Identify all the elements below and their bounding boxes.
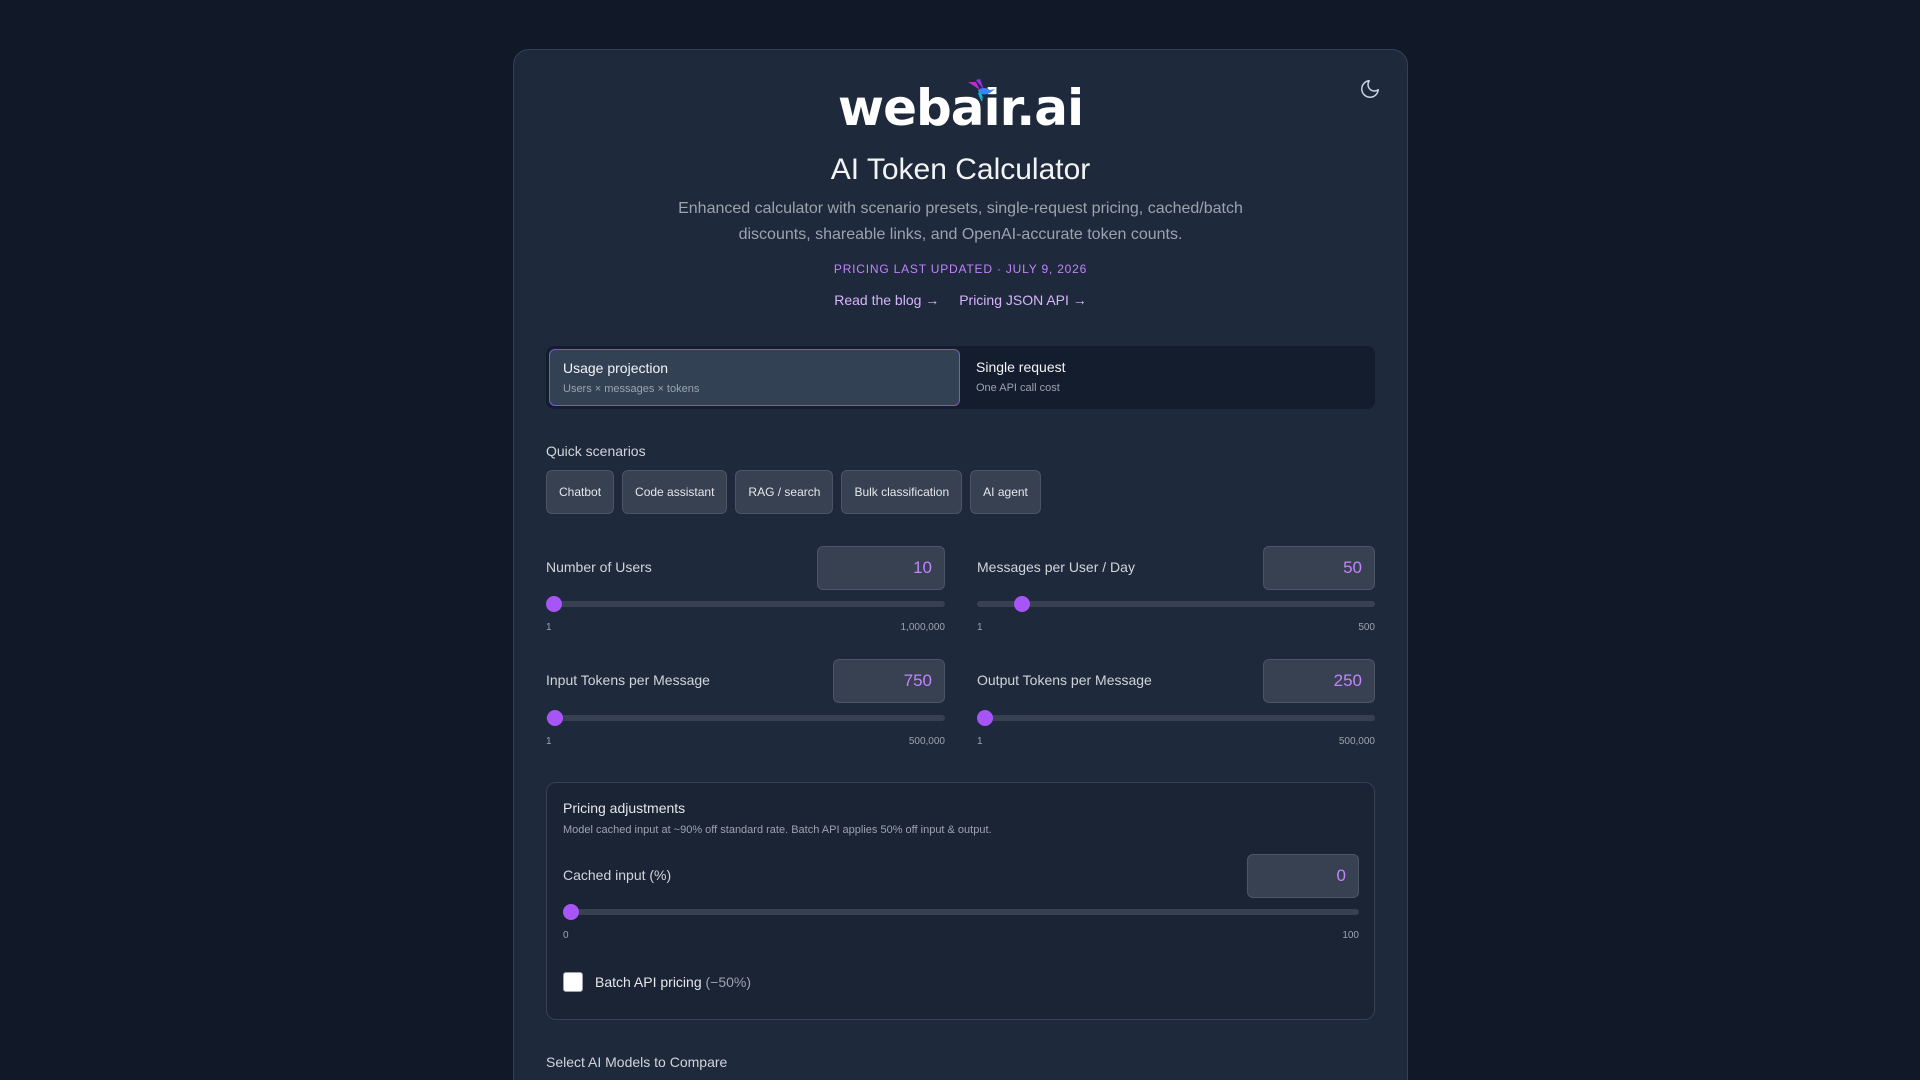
slider-thumb[interactable] (546, 596, 562, 612)
range-min-label: 1 (977, 736, 983, 747)
input-tokens-label: Input Tokens per Message (546, 672, 710, 688)
cached-input-label: Cached input (%) (563, 867, 672, 883)
mode-title: Single request (976, 359, 1066, 375)
slider-thumb[interactable] (977, 710, 994, 726)
header-links: Read the blog → Pricing JSON API → (514, 292, 1407, 308)
range-max-label: 1,000,000 (900, 622, 946, 633)
messages-field: Messages per User / Day 1 500 (977, 546, 1375, 636)
input-tokens-field: Input Tokens per Message 1 500,000 (546, 659, 945, 749)
batch-api-label[interactable]: Batch API pricing (−50%) (595, 974, 751, 990)
cached-input-input[interactable] (1247, 854, 1359, 898)
scenario-ai-agent[interactable]: AI agent (970, 470, 1041, 514)
mode-subtitle: One API call cost (976, 382, 1060, 394)
range-max-label: 500,000 (1338, 736, 1375, 747)
pricing-adjustments-panel: Pricing adjustments Model cached input a… (546, 782, 1375, 1020)
slider-thumb[interactable] (563, 904, 579, 920)
select-models-label: Select AI Models to Compare (546, 1054, 728, 1070)
users-label: Number of Users (546, 559, 652, 575)
blog-link[interactable]: Read the blog → (834, 292, 939, 308)
users-slider[interactable] (546, 596, 945, 612)
subtitle-line: discounts, shareable links, and OpenAI-a… (738, 226, 1183, 243)
batch-api-text: Batch API pricing (595, 974, 702, 990)
quick-scenarios-label: Quick scenarios (546, 443, 646, 459)
scenario-bulk-classification[interactable]: Bulk classification (841, 470, 963, 514)
output-tokens-slider[interactable] (977, 710, 1375, 726)
range-max-label: 500 (1358, 622, 1375, 633)
output-tokens-label: Output Tokens per Message (977, 672, 1152, 688)
range-min-label: 1 (977, 622, 983, 633)
mode-subtitle: Users × messages × tokens (563, 383, 700, 395)
page-subtitle: Enhanced calculator with scenario preset… (514, 196, 1407, 248)
hummingbird-icon (968, 79, 995, 102)
calculator-card: webair.ai AI Token Calculator Enhanced c… (513, 49, 1408, 1080)
messages-slider[interactable] (977, 596, 1375, 612)
mode-single-request[interactable]: Single request One API call cost (963, 349, 1372, 406)
range-max-label: 100 (1342, 930, 1359, 941)
slider-thumb[interactable] (1014, 596, 1031, 612)
batch-api-note: (−50%) (705, 974, 752, 990)
subtitle-line: Enhanced calculator with scenario preset… (678, 200, 1243, 217)
pricing-api-link[interactable]: Pricing JSON API → (959, 292, 1087, 308)
adjustments-title: Pricing adjustments (563, 800, 686, 816)
output-tokens-field: Output Tokens per Message 1 500,000 (977, 659, 1375, 749)
range-max-label: 500,000 (908, 736, 945, 747)
cached-input-slider[interactable] (563, 904, 1359, 920)
scenario-code-assistant[interactable]: Code assistant (622, 470, 728, 514)
range-min-label: 1 (546, 736, 552, 747)
scenario-rag-search[interactable]: RAG / search (735, 470, 834, 514)
messages-label: Messages per User / Day (977, 559, 1135, 575)
scenario-chatbot[interactable]: Chatbot (546, 470, 615, 514)
range-min-label: 1 (546, 622, 552, 633)
messages-input[interactable] (1263, 546, 1375, 590)
batch-api-checkbox[interactable] (563, 972, 583, 992)
slider-thumb[interactable] (546, 710, 563, 726)
cached-input-field: Cached input (%) 0 100 (563, 854, 1359, 944)
mode-title: Usage projection (563, 360, 669, 376)
users-field: Number of Users 1 1,000,000 (546, 546, 945, 636)
mode-toggle: Usage projection Users × messages × toke… (546, 346, 1375, 409)
output-tokens-input[interactable] (1263, 659, 1375, 703)
brand-logo[interactable]: webair.ai (514, 79, 1407, 136)
scenario-chips: Chatbot Code assistant RAG / search Bulk… (546, 470, 1041, 514)
input-tokens-slider[interactable] (546, 710, 945, 726)
users-input[interactable] (817, 546, 945, 590)
input-tokens-input[interactable] (833, 659, 945, 703)
page-title: AI Token Calculator (830, 153, 1091, 186)
range-min-label: 0 (563, 930, 569, 941)
mode-usage-projection[interactable]: Usage projection Users × messages × toke… (549, 349, 960, 406)
pricing-updated-label: PRICING LAST UPDATED · JULY 9, 2026 (833, 262, 1088, 276)
adjustments-description: Model cached input at ~90% off standard … (563, 824, 992, 836)
